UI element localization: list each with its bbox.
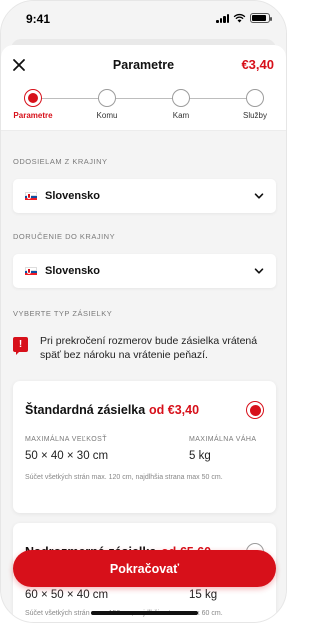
header-price: €3,40 (241, 57, 274, 72)
chevron-down-icon (254, 268, 264, 274)
phone-screen: 9:41 Parametre €3,40 Parametre Komu Kam … (0, 0, 287, 623)
origin-country-value: Slovensko (45, 190, 101, 202)
step-indicator (172, 89, 190, 107)
parcel-option-title: Štandardná zásielka (25, 403, 146, 417)
parcel-option-standard[interactable]: Štandardná zásielka od €3,40 Maximálna v… (13, 381, 276, 513)
slovakia-flag-icon (25, 192, 37, 200)
continue-button[interactable]: Pokračovať (13, 550, 276, 587)
step-sluzby[interactable]: Služby (229, 89, 281, 120)
max-weight-value: 5 kg (189, 450, 211, 462)
max-size-value: 60 × 50 × 40 cm (25, 589, 109, 601)
step-label: Komu (96, 111, 118, 120)
status-bar: 9:41 (1, 1, 286, 37)
status-time: 9:41 (26, 12, 51, 26)
warning-icon: ! (13, 337, 28, 355)
chevron-down-icon (254, 193, 264, 199)
cellular-signal-icon (216, 13, 229, 23)
destination-country-select[interactable]: Slovensko (13, 254, 276, 288)
progress-stepper: Parametre Komu Kam Služby (1, 87, 286, 131)
parcel-type-label: Vyberte typ zásielky (13, 309, 113, 318)
step-indicator-active (24, 89, 42, 107)
step-label: Kam (172, 111, 190, 120)
step-indicator (98, 89, 116, 107)
home-indicator (91, 611, 198, 615)
size-warning: ! Pri prekročení rozmerov bude zásielka … (13, 335, 276, 362)
sheet-header: Parametre €3,40 (1, 45, 286, 87)
wifi-icon (233, 13, 246, 23)
step-kam[interactable]: Kam (155, 89, 207, 120)
max-weight-label: Maximálna váha (189, 436, 257, 443)
step-label: Služby (242, 111, 267, 120)
max-weight-value: 15 kg (189, 589, 218, 601)
origin-country-label: Odosielam z krajiny (13, 157, 108, 166)
step-label: Parametre (13, 111, 53, 120)
step-indicator (246, 89, 264, 107)
battery-icon (250, 13, 272, 23)
parcel-option-price: od €3,40 (149, 403, 200, 417)
step-komu[interactable]: Komu (81, 89, 133, 120)
destination-country-label: Doručenie do krajiny (13, 232, 116, 241)
step-parametre[interactable]: Parametre (7, 89, 59, 120)
origin-country-select[interactable]: Slovensko (13, 179, 276, 213)
parcel-option-note: Súčet všetkých strán max. 120 cm, najdlh… (25, 474, 223, 481)
destination-country-value: Slovensko (45, 265, 101, 277)
status-icons (216, 13, 272, 23)
max-size-label: Maximálna veľkosť (25, 436, 107, 443)
max-size-value: 50 × 40 × 30 cm (25, 450, 109, 462)
warning-text: Pri prekročení rozmerov bude zásielka vr… (40, 335, 258, 361)
slovakia-flag-icon (25, 267, 37, 275)
parcel-option-radio-selected[interactable] (246, 401, 264, 419)
stepper-line (33, 98, 254, 99)
